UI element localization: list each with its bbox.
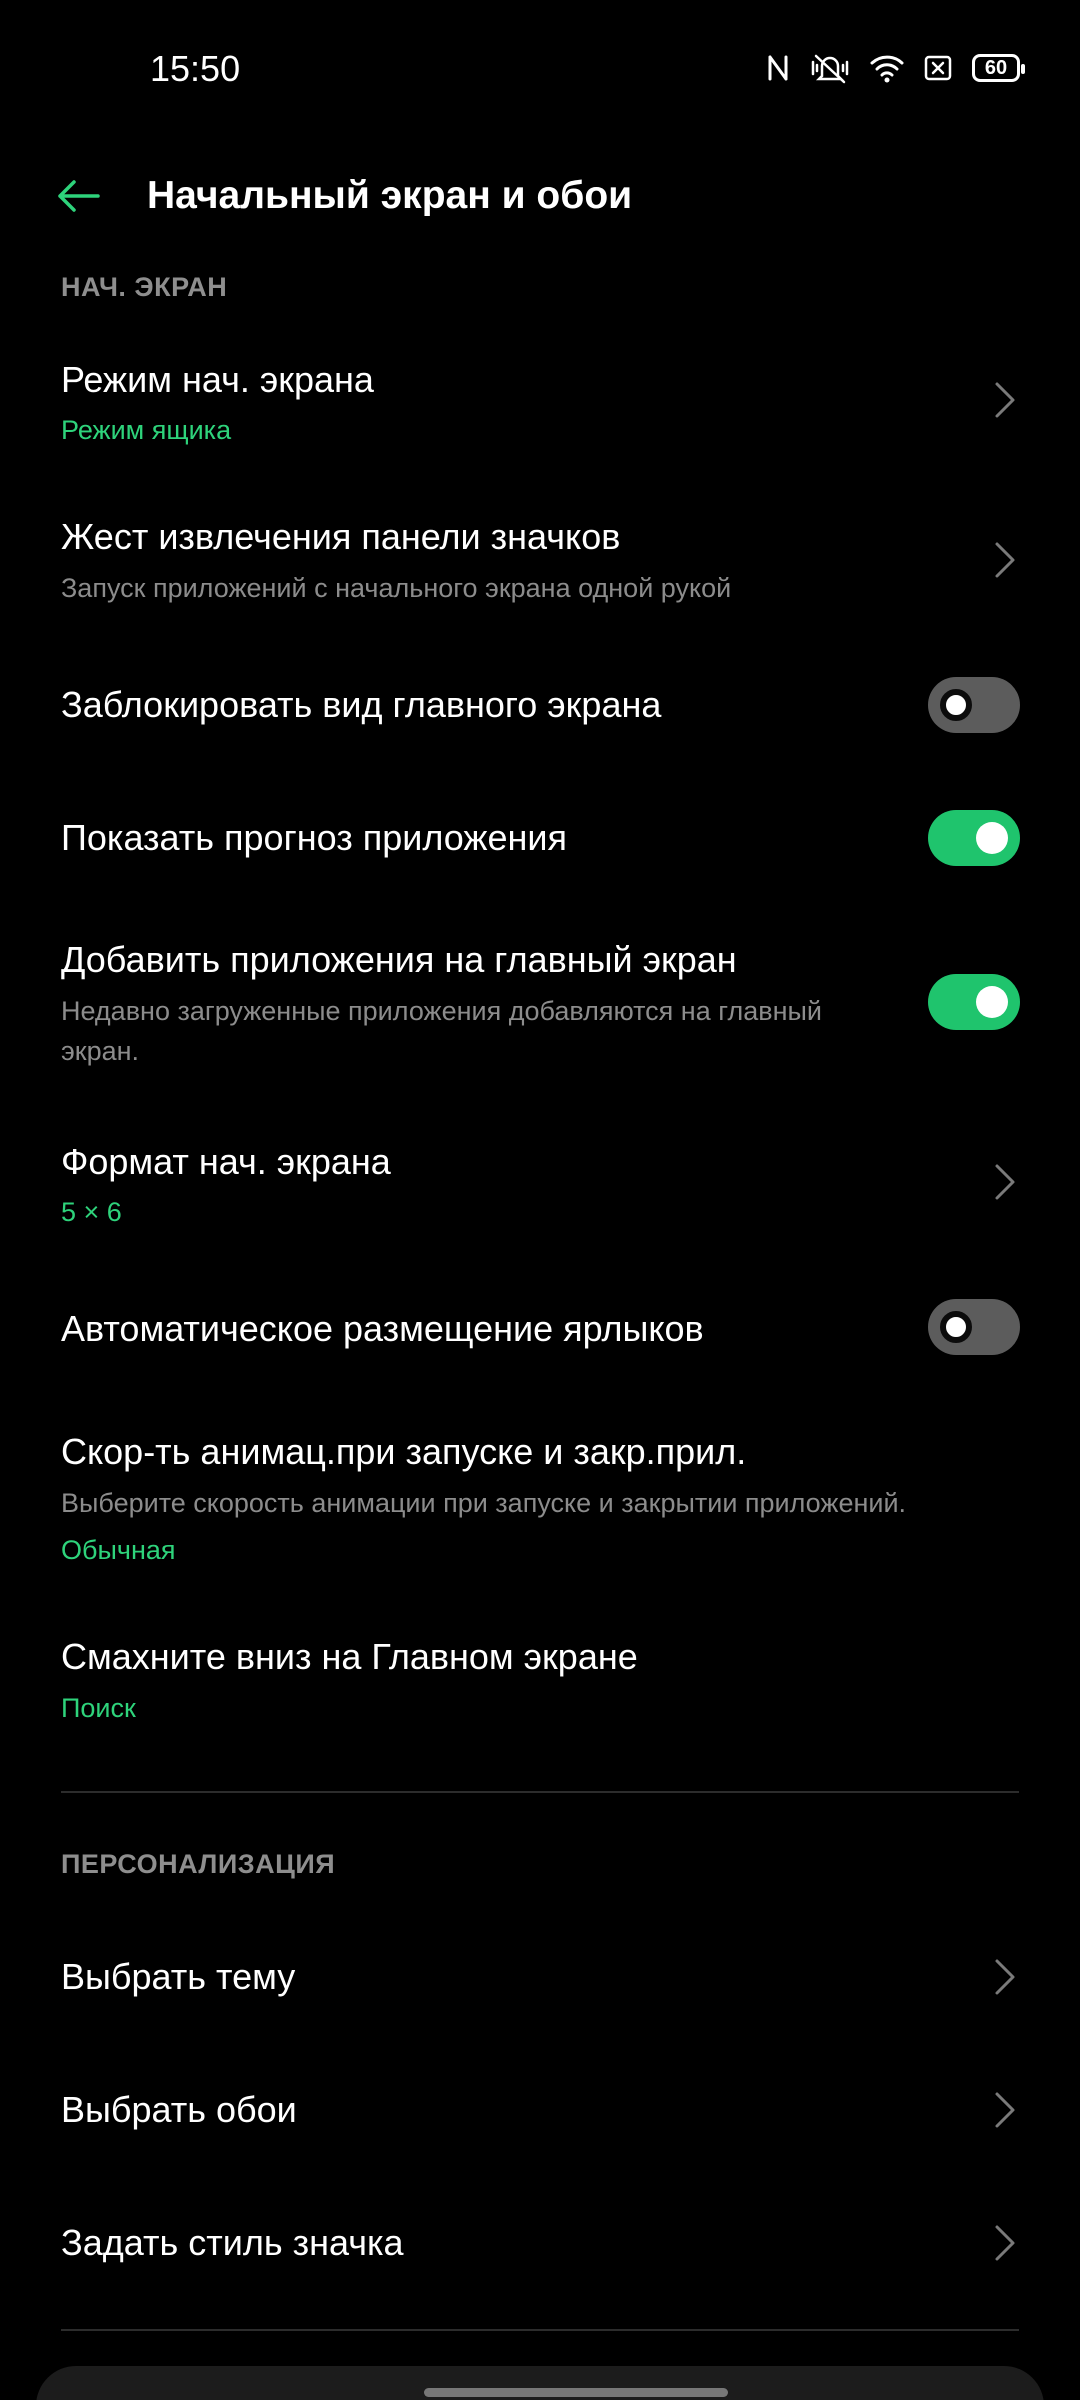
back-button[interactable] xyxy=(46,172,110,220)
row-home-grid-format[interactable]: Формат нач. экрана 5 × 6 xyxy=(0,1140,1080,1260)
row-choose-wallpaper[interactable]: Выбрать обои xyxy=(0,2068,1080,2158)
row-subtitle: Недавно загруженные приложения добавляют… xyxy=(61,996,822,1066)
status-time: 15:50 xyxy=(150,48,241,89)
row-title: Показать прогноз приложения xyxy=(61,817,567,858)
row-title: Заблокировать вид главного экрана xyxy=(61,684,662,725)
row-app-prediction[interactable]: Показать прогноз приложения xyxy=(0,798,1080,878)
chevron-right-icon xyxy=(990,378,1020,422)
row-title: Смахните вниз на Главном экране xyxy=(61,1636,638,1677)
auto-place-shortcuts-toggle[interactable] xyxy=(928,1299,1020,1355)
row-title: Скор-ть анимац.при запуске и закр.прил. xyxy=(61,1431,747,1472)
add-apps-to-home-toggle[interactable] xyxy=(928,974,1020,1030)
toggle-knob xyxy=(940,1311,972,1343)
lock-home-layout-toggle[interactable] xyxy=(928,677,1020,733)
row-auto-place-shortcuts[interactable]: Автоматическое размещение ярлыков xyxy=(0,1287,1080,1367)
section-divider xyxy=(61,2329,1019,2331)
back-arrow-icon xyxy=(58,180,100,212)
row-home-mode[interactable]: Режим нач. экрана Режим ящика xyxy=(0,340,1080,460)
nfc-icon xyxy=(768,55,788,81)
row-icon-pull-gesture[interactable]: Жест извлечения панели значков Запуск пр… xyxy=(0,500,1080,620)
row-title: Формат нач. экрана xyxy=(61,1141,391,1182)
chevron-right-icon xyxy=(990,2088,1020,2132)
row-choose-theme[interactable]: Выбрать тему xyxy=(0,1935,1080,2025)
row-value: 5 × 6 xyxy=(61,1197,122,1227)
app-bar: Начальный экран и обои xyxy=(0,160,1080,232)
row-value: Обычная xyxy=(61,1535,176,1565)
row-subtitle: Запуск приложений с начального экрана од… xyxy=(61,573,732,603)
toggle-knob xyxy=(976,822,1008,854)
status-bar: 15:50 60 xyxy=(0,0,1080,130)
chevron-right-icon xyxy=(990,538,1020,582)
row-title: Задать стиль значка xyxy=(61,2222,404,2263)
section-header-personalization: ПЕРСОНАЛИЗАЦИЯ xyxy=(61,1849,336,1879)
wifi-icon xyxy=(870,55,904,83)
battery-indicator: 60 xyxy=(972,54,1025,82)
no-sim-icon xyxy=(924,55,952,81)
toggle-knob xyxy=(976,986,1008,1018)
row-title: Режим нач. экрана xyxy=(61,359,374,400)
page-title: Начальный экран и обои xyxy=(147,174,633,217)
row-title: Автоматическое размещение ярлыков xyxy=(61,1308,704,1349)
row-swipe-down-home[interactable]: Смахните вниз на Главном экране Поиск xyxy=(0,1635,1080,1745)
section-header-home: НАЧ. ЭКРАН xyxy=(61,272,228,302)
row-title: Выбрать тему xyxy=(61,1956,296,1997)
row-title: Выбрать обои xyxy=(61,2089,297,2130)
row-subtitle: Выберите скорость анимации при запуске и… xyxy=(61,1488,907,1518)
app-prediction-toggle[interactable] xyxy=(928,810,1020,866)
row-lock-home-layout[interactable]: Заблокировать вид главного экрана xyxy=(0,665,1080,745)
chevron-right-icon xyxy=(990,1955,1020,1999)
bottom-sheet xyxy=(36,2366,1044,2400)
row-title: Добавить приложения на главный экран xyxy=(61,939,737,980)
toggle-knob xyxy=(940,689,972,721)
vibrate-mute-icon xyxy=(811,54,849,84)
row-title: Жест извлечения панели значков xyxy=(61,516,621,557)
row-value: Поиск xyxy=(61,1693,136,1723)
gesture-nav-handle[interactable] xyxy=(424,2388,728,2397)
chevron-right-icon xyxy=(990,2221,1020,2265)
row-animation-speed[interactable]: Скор-ть анимац.при запуске и закр.прил. … xyxy=(0,1430,1080,1570)
status-icons: 60 xyxy=(766,50,1025,86)
row-add-apps-to-home[interactable]: Добавить приложения на главный экран Нед… xyxy=(0,938,1080,1078)
row-icon-style[interactable]: Задать стиль значка xyxy=(0,2201,1080,2291)
row-value: Режим ящика xyxy=(61,415,232,445)
chevron-right-icon xyxy=(990,1160,1020,1204)
section-divider xyxy=(61,1791,1019,1793)
